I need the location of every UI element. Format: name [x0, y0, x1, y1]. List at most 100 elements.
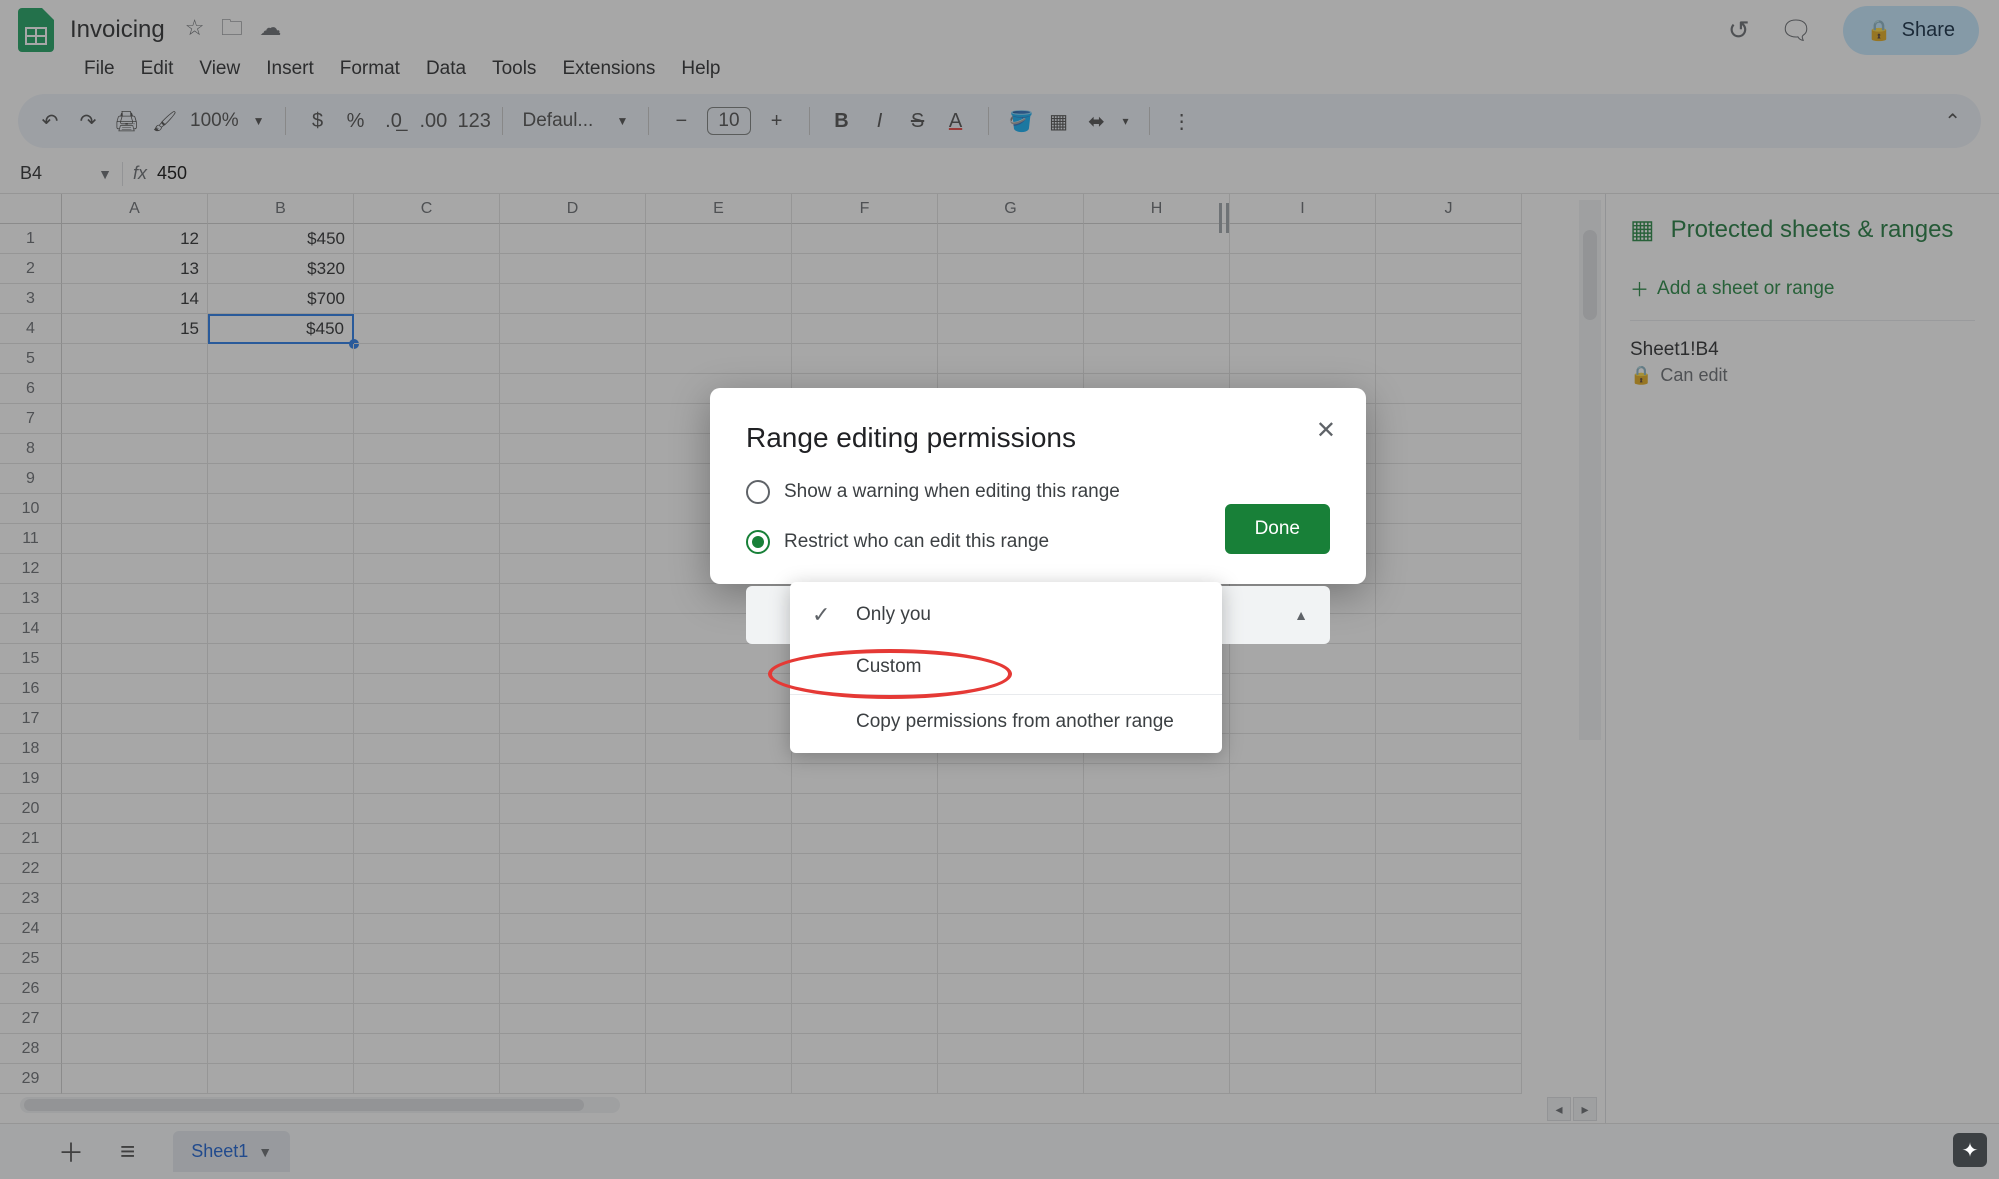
- cell-C22[interactable]: [354, 854, 500, 884]
- cell-J25[interactable]: [1376, 944, 1522, 974]
- cell-C17[interactable]: [354, 704, 500, 734]
- cell-C1[interactable]: [354, 224, 500, 254]
- row-header-5[interactable]: 5: [0, 344, 62, 374]
- cell-D15[interactable]: [500, 644, 646, 674]
- cell-E27[interactable]: [646, 1004, 792, 1034]
- row-header-26[interactable]: 26: [0, 974, 62, 1004]
- zoom-select[interactable]: 100%: [190, 110, 239, 132]
- cell-D11[interactable]: [500, 524, 646, 554]
- row-header-19[interactable]: 19: [0, 764, 62, 794]
- cell-B3[interactable]: $700: [208, 284, 354, 314]
- column-header-E[interactable]: E: [646, 194, 792, 224]
- cell-A26[interactable]: [62, 974, 208, 1004]
- cell-G24[interactable]: [938, 914, 1084, 944]
- cell-A22[interactable]: [62, 854, 208, 884]
- cell-B29[interactable]: [208, 1064, 354, 1094]
- cell-B12[interactable]: [208, 554, 354, 584]
- cell-C19[interactable]: [354, 764, 500, 794]
- cell-D23[interactable]: [500, 884, 646, 914]
- cell-H3[interactable]: [1084, 284, 1230, 314]
- menu-extensions[interactable]: Extensions: [562, 58, 655, 80]
- cell-C9[interactable]: [354, 464, 500, 494]
- cell-G20[interactable]: [938, 794, 1084, 824]
- percent-icon[interactable]: %: [344, 110, 368, 133]
- cell-H23[interactable]: [1084, 884, 1230, 914]
- chevron-down-icon[interactable]: ▼: [617, 114, 629, 128]
- cell-D3[interactable]: [500, 284, 646, 314]
- cell-C21[interactable]: [354, 824, 500, 854]
- cell-J8[interactable]: [1376, 434, 1522, 464]
- cell-F24[interactable]: [792, 914, 938, 944]
- cell-D6[interactable]: [500, 374, 646, 404]
- cell-C4[interactable]: [354, 314, 500, 344]
- cell-C26[interactable]: [354, 974, 500, 1004]
- cell-C20[interactable]: [354, 794, 500, 824]
- cell-B10[interactable]: [208, 494, 354, 524]
- cell-D26[interactable]: [500, 974, 646, 1004]
- horizontal-scroll-arrows[interactable]: ◂▸: [1547, 1097, 1597, 1121]
- cell-C12[interactable]: [354, 554, 500, 584]
- cell-A9[interactable]: [62, 464, 208, 494]
- cell-C23[interactable]: [354, 884, 500, 914]
- chevron-down-icon[interactable]: ▼: [98, 166, 112, 182]
- cell-B23[interactable]: [208, 884, 354, 914]
- cell-I20[interactable]: [1230, 794, 1376, 824]
- menu-item-custom[interactable]: Custom: [790, 642, 1222, 692]
- strikethrough-icon[interactable]: S: [906, 110, 930, 133]
- row-header-18[interactable]: 18: [0, 734, 62, 764]
- cell-D18[interactable]: [500, 734, 646, 764]
- cell-E25[interactable]: [646, 944, 792, 974]
- cell-J10[interactable]: [1376, 494, 1522, 524]
- cell-F25[interactable]: [792, 944, 938, 974]
- cell-B5[interactable]: [208, 344, 354, 374]
- cell-G4[interactable]: [938, 314, 1084, 344]
- column-header-B[interactable]: B: [208, 194, 354, 224]
- cell-C5[interactable]: [354, 344, 500, 374]
- cell-C11[interactable]: [354, 524, 500, 554]
- menu-edit[interactable]: Edit: [141, 58, 174, 80]
- cell-H21[interactable]: [1084, 824, 1230, 854]
- column-header-J[interactable]: J: [1376, 194, 1522, 224]
- cell-F2[interactable]: [792, 254, 938, 284]
- cell-H5[interactable]: [1084, 344, 1230, 374]
- menu-format[interactable]: Format: [340, 58, 400, 80]
- cell-B8[interactable]: [208, 434, 354, 464]
- cell-D29[interactable]: [500, 1064, 646, 1094]
- cell-E4[interactable]: [646, 314, 792, 344]
- cell-G1[interactable]: [938, 224, 1084, 254]
- cell-B18[interactable]: [208, 734, 354, 764]
- row-header-2[interactable]: 2: [0, 254, 62, 284]
- row-header-28[interactable]: 28: [0, 1034, 62, 1064]
- cell-J12[interactable]: [1376, 554, 1522, 584]
- cell-C18[interactable]: [354, 734, 500, 764]
- cell-B15[interactable]: [208, 644, 354, 674]
- cell-B6[interactable]: [208, 374, 354, 404]
- cell-H20[interactable]: [1084, 794, 1230, 824]
- row-header-29[interactable]: 29: [0, 1064, 62, 1094]
- borders-icon[interactable]: ▦: [1047, 109, 1071, 134]
- row-header-27[interactable]: 27: [0, 1004, 62, 1034]
- cell-A6[interactable]: [62, 374, 208, 404]
- cell-A8[interactable]: [62, 434, 208, 464]
- cell-E16[interactable]: [646, 674, 792, 704]
- font-size-input[interactable]: 10: [707, 107, 750, 135]
- cell-I18[interactable]: [1230, 734, 1376, 764]
- row-header-25[interactable]: 25: [0, 944, 62, 974]
- cell-B21[interactable]: [208, 824, 354, 854]
- cell-E3[interactable]: [646, 284, 792, 314]
- column-header-F[interactable]: F: [792, 194, 938, 224]
- cell-C2[interactable]: [354, 254, 500, 284]
- menu-insert[interactable]: Insert: [266, 58, 314, 80]
- cell-J1[interactable]: [1376, 224, 1522, 254]
- cell-B14[interactable]: [208, 614, 354, 644]
- cell-I25[interactable]: [1230, 944, 1376, 974]
- cell-G5[interactable]: [938, 344, 1084, 374]
- cell-E18[interactable]: [646, 734, 792, 764]
- decrease-fontsize-icon[interactable]: −: [669, 110, 693, 133]
- cell-H27[interactable]: [1084, 1004, 1230, 1034]
- cell-F20[interactable]: [792, 794, 938, 824]
- cell-F26[interactable]: [792, 974, 938, 1004]
- cell-J22[interactable]: [1376, 854, 1522, 884]
- row-header-17[interactable]: 17: [0, 704, 62, 734]
- cell-A15[interactable]: [62, 644, 208, 674]
